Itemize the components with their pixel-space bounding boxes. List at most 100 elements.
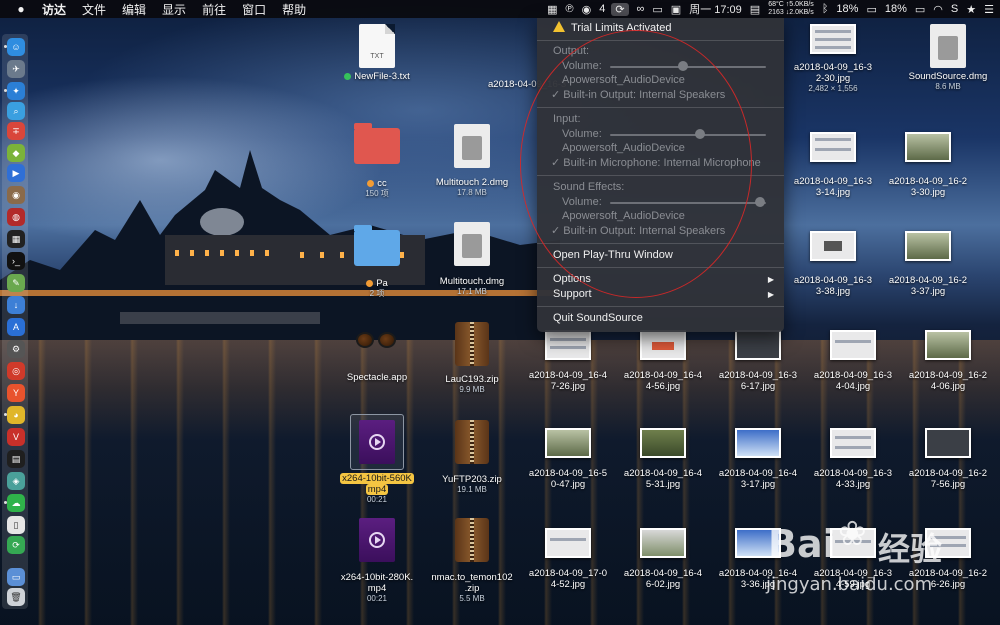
support-menu-item[interactable]: Support ▶ [537,287,784,302]
folder-dock-icon[interactable]: ▭ [7,568,25,586]
quit-soundsource-item[interactable]: Quit SoundSource [537,311,784,326]
file-screenshot-3-14[interactable]: a2018-04-09_16-3 3-14.jpg [785,132,881,198]
wifi-icon[interactable]: ◠ [933,3,943,16]
menu-edit[interactable]: 编辑 [122,1,146,18]
file-screenshot-5-31[interactable]: a2018-04-09_16-4 5-31.jpg [615,428,711,490]
file-screenshot-3-38[interactable]: a2018-04-09_16-3 3-38.jpg [785,231,881,297]
output-device-builtin[interactable]: ✓ Built-in Output: Internal Speakers [537,88,784,103]
file-screenshot-3-30[interactable]: a2018-04-09_16-2 3-30.jpg [880,132,976,198]
file-multitouch-dmg[interactable]: Multitouch.dmg 17.1 MB [424,222,520,297]
file-screenshot-6-02[interactable]: a2018-04-09_16-4 6-02.jpg [615,528,711,590]
effects-volume-slider[interactable] [610,202,766,204]
network-monitor[interactable]: 68°C ↑5.0KB/s 2163 ↓2.0KB/s [768,1,814,17]
input-device-builtin[interactable]: ✓ Built-in Microphone: Internal Micropho… [537,156,784,171]
s-app-icon[interactable]: S [951,3,958,15]
grid-app-icon[interactable]: ▦ [547,3,557,16]
file-screenshot-7-26[interactable]: a2018-04-09_16-4 7-26.jpg [520,330,616,392]
input-device-apowersoft[interactable]: Apowersoft_AudioDevice [537,141,784,156]
glasses-status-icon[interactable]: ∞ [637,3,645,15]
red-circle-app-icon[interactable]: ◍ [7,208,25,226]
battery-icon-2[interactable]: ▭ [915,3,925,16]
document-app-icon[interactable]: ▯ [7,516,25,534]
red-app-icon[interactable]: ∓ [7,122,25,140]
bluetooth-icon[interactable]: ᛒ [822,3,829,15]
blue-app-icon[interactable]: ▶ [7,164,25,182]
sync-app-icon[interactable]: ⟳ [7,536,25,554]
effects-volume-knob[interactable] [754,197,765,207]
pin-app-icon[interactable]: ℗ [565,3,573,15]
output-volume-slider[interactable] [610,66,766,68]
image-status-icon[interactable]: ▤ [750,3,760,16]
download-app-icon[interactable]: ↓ [7,296,25,314]
battery-percent-2[interactable]: 18% [885,3,907,15]
file-lauc193-zip[interactable]: LauC193.zip 9.9 MB [424,322,520,395]
apple-menu-icon[interactable]: ● [14,2,28,16]
effects-device-apowersoft[interactable]: Apowersoft_AudioDevice [537,209,784,224]
menu-view[interactable]: 显示 [162,1,186,18]
display-status-icon[interactable]: ▭ [652,3,662,16]
file-screenshot-2-30[interactable]: a2018-04-09_16-3 2-30.jpg 2,482 × 1,556 [785,24,881,94]
screen-status-icon[interactable]: ▣ [671,3,681,16]
file-x264-560k-mp4[interactable]: x264-10bit-560K mp4 00:21 [329,420,425,505]
yandex-icon[interactable]: Y [7,384,25,402]
wechat-icon[interactable]: ☁ [7,494,25,512]
file-screenshot-4-52[interactable]: a2018-04-09_17-0 4-52.jpg [520,528,616,590]
file-size: 17.1 MB [457,287,487,296]
vivaldi-icon[interactable]: V [7,428,25,446]
menu-help[interactable]: 帮助 [282,1,306,18]
list-menu-icon[interactable]: ☰ [984,3,994,16]
file-screenshot-4-04[interactable]: a2018-04-09_16-3 4-04.jpg [805,330,901,392]
file-screenshot-3-17[interactable]: a2018-04-09_16-4 3-17.jpg [710,428,806,490]
finder-icon[interactable]: ☺ [7,38,25,56]
open-playthru-window-item[interactable]: Open Play-Thru Window [537,248,784,263]
app-store-icon[interactable]: A [7,318,25,336]
brown-app-icon[interactable]: ◉ [7,186,25,204]
file-screenshot-4-06[interactable]: a2018-04-09_16-2 4-06.jpg [900,330,996,392]
battery-icon[interactable]: ▭ [866,3,876,16]
watermark-brand-cn: 经验 [878,530,943,568]
file-screenshot-0-47[interactable]: a2018-04-09_16-5 0-47.jpg [520,428,616,490]
support-label: Support [553,288,592,300]
file-newfile-txt[interactable]: TXT NewFile-3.txt [329,24,425,82]
folder-pa[interactable]: Pa 2 项 [329,225,425,299]
safari-icon[interactable]: ✦ [7,82,25,100]
file-nmac-temon-zip[interactable]: nmac.to_temon102 .zip 5.5 MB [424,518,520,604]
file-screenshot-4-56[interactable]: a2018-04-09_16-4 4-56.jpg [615,330,711,392]
input-volume-slider[interactable] [610,134,766,136]
console-icon[interactable]: ▤ [7,450,25,468]
file-screenshot-3-37[interactable]: a2018-04-09_16-2 3-37.jpg [880,231,976,297]
terminal-icon[interactable]: ›_ [7,252,25,270]
menu-go[interactable]: 前往 [202,1,226,18]
chrome-icon[interactable]: ◕ [7,406,25,424]
netease-music-icon[interactable]: ◎ [7,362,25,380]
green-app-icon[interactable]: ✎ [7,274,25,292]
menu-file[interactable]: 文件 [82,1,106,18]
file-screenshot-7-56[interactable]: a2018-04-09_16-2 7-56.jpg [900,428,996,490]
file-soundsource-dmg[interactable]: SoundSource.dmg 8.6 MB [900,24,996,92]
output-device-apowersoft[interactable]: Apowersoft_AudioDevice [537,73,784,88]
menu-app-finder[interactable]: 访达 [42,1,66,18]
star-icon[interactable]: ★ [966,3,976,16]
android-icon[interactable]: ◆ [7,144,25,162]
file-screenshot-4-33[interactable]: a2018-04-09_16-3 4-33.jpg [805,428,901,490]
file-yuftp203-zip[interactable]: YuFTP203.zip 19.1 MB [424,420,520,495]
wechat-status-icon[interactable]: ◉ [582,3,592,16]
search-app-icon[interactable]: ⌕ [7,102,25,120]
effects-device-builtin[interactable]: ✓ Built-in Output: Internal Speakers [537,224,784,239]
clock[interactable]: 周一 17:09 [689,1,742,17]
dark-app-icon[interactable]: ▦ [7,230,25,248]
battery-percent-1[interactable]: 18% [836,3,858,15]
file-x264-280k-mp4[interactable]: x264-10bit-280K. mp4 00:21 [329,518,425,604]
menu-window[interactable]: 窗口 [242,1,266,18]
soundsource-menu-icon[interactable]: ⟳ [611,2,629,16]
app-spectacle[interactable]: Spectacle.app [329,322,425,383]
options-menu-item[interactable]: Options ▶ [537,272,784,287]
file-label-a: a2018-04-09_16-3 [813,370,893,381]
settings-icon[interactable]: ⚙ [7,340,25,358]
folder-cc[interactable]: cc 150 项 [329,123,425,199]
teal-app-icon[interactable]: ◈ [7,472,25,490]
file-screenshot-6-17[interactable]: a2018-04-09_16-3 6-17.jpg [710,330,806,392]
launchpad-icon[interactable]: ✈ [7,60,25,78]
file-multitouch2-dmg[interactable]: Multitouch 2.dmg 17.8 MB [424,124,520,198]
trash-icon[interactable]: 🗑 [7,588,25,606]
